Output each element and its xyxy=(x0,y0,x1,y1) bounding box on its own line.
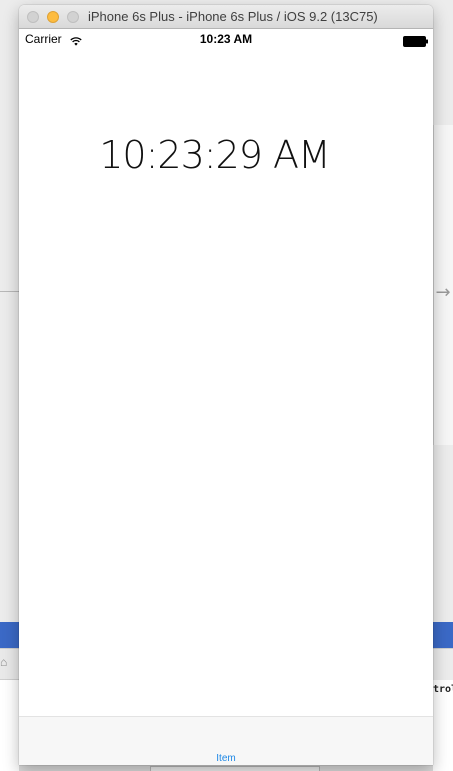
background-selection-bar-right xyxy=(433,622,453,648)
status-bar: Carrier 10:23 AM xyxy=(19,29,433,49)
window-title-bar[interactable]: iPhone 6s Plus - iPhone 6s Plus / iOS 9.… xyxy=(19,5,433,29)
background-toolbar-right xyxy=(433,648,453,680)
tab-bar: Item xyxy=(19,716,433,765)
battery-icon xyxy=(403,34,429,52)
device-screen[interactable]: Carrier 10:23 AM 10:23:29 AM Item xyxy=(19,29,433,765)
minimize-window-button[interactable] xyxy=(47,11,59,23)
chevron-right-icon: → xyxy=(435,282,451,303)
tab-item[interactable]: Item xyxy=(176,753,276,764)
simulator-window: iPhone 6s Plus - iPhone 6s Plus / iOS 9.… xyxy=(19,5,433,765)
zoom-window-button[interactable] xyxy=(67,11,79,23)
background-selection-bar-left xyxy=(0,622,19,648)
status-clock: 10:23 AM xyxy=(199,32,253,46)
time-display-label: 10:23:29 AM xyxy=(99,133,331,177)
window-title: iPhone 6s Plus - iPhone 6s Plus / iOS 9.… xyxy=(88,9,378,24)
background-bottom-field xyxy=(150,766,320,771)
background-divider-line xyxy=(0,291,19,292)
background-console-left xyxy=(0,680,19,771)
close-window-button[interactable] xyxy=(27,11,39,23)
filter-icon: ⌂ xyxy=(0,655,8,669)
background-console-text: trol xyxy=(433,684,453,695)
